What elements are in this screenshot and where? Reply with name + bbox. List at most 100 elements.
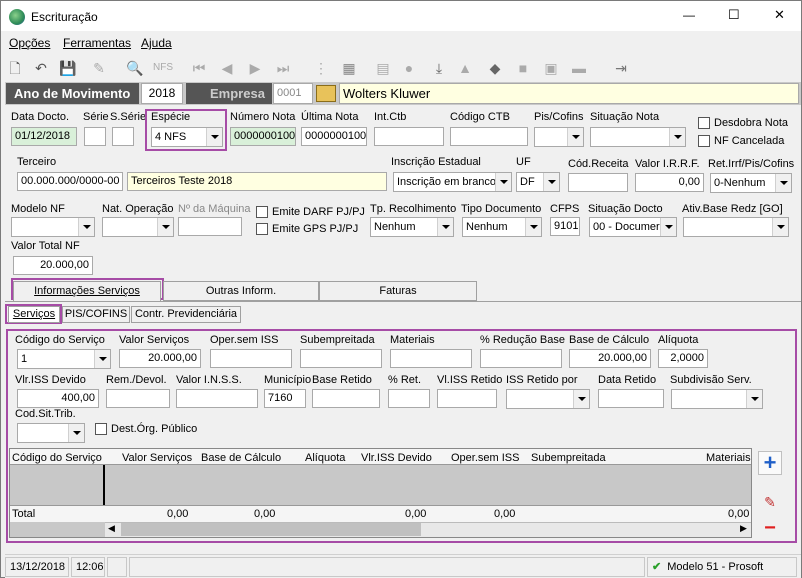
tab-informacoes-servicos[interactable]: Informações Serviços: [13, 281, 161, 301]
tab-outras-inform[interactable]: Outras Inform.: [163, 281, 319, 301]
nmaq-field[interactable]: [178, 217, 242, 236]
sitdocto-select[interactable]: 00 - Documer: [589, 217, 677, 237]
grid-total-valor: 0,00: [167, 508, 189, 520]
preview-icon[interactable]: 🔍: [125, 59, 145, 77]
dataret-field[interactable]: [598, 389, 664, 408]
tab-label: Informações Serviços: [34, 285, 140, 297]
maximize-button[interactable]: ☐: [728, 7, 740, 23]
ano-field[interactable]: 2018: [141, 83, 183, 104]
data-docto-field[interactable]: 01/12/2018: [11, 127, 77, 146]
menu-ajuda[interactable]: Ajuda: [141, 36, 172, 50]
gps-checkbox[interactable]: [256, 223, 268, 235]
modelo-select[interactable]: [11, 217, 95, 237]
natop-select[interactable]: [102, 217, 174, 237]
subtab-piscofins[interactable]: PIS/COFINS: [62, 306, 130, 323]
prev-icon[interactable]: ◀: [217, 59, 237, 77]
subtab-servicos[interactable]: Serviços: [8, 306, 60, 323]
uf-select[interactable]: DF: [516, 172, 560, 192]
terceiro-code-field[interactable]: 00.000.000/0000-00: [17, 172, 123, 191]
tab-faturas[interactable]: Faturas: [319, 281, 477, 301]
import-icon[interactable]: ⤓: [429, 59, 449, 77]
scroll-left-icon[interactable]: ◀: [108, 523, 115, 534]
edit-row-button[interactable]: ✎: [758, 494, 782, 512]
chevron-down-icon: [772, 218, 788, 236]
save-icon[interactable]: 💾: [58, 59, 78, 77]
situacao-select[interactable]: [590, 127, 686, 147]
tprec-select[interactable]: Nenhum: [370, 217, 454, 237]
base-field[interactable]: 20.000,00: [569, 349, 651, 368]
irrf-label: Valor I.R.R.F.: [635, 158, 700, 170]
add-row-button[interactable]: +: [758, 451, 782, 475]
cfps-field[interactable]: 9101: [550, 217, 580, 236]
codreceita-field[interactable]: [568, 173, 628, 192]
minimize-button[interactable]: —: [683, 8, 695, 22]
box-icon[interactable]: ■: [513, 59, 533, 77]
subdiv-select[interactable]: [671, 389, 763, 409]
close-button[interactable]: ✕: [774, 7, 785, 23]
intctb-field[interactable]: [374, 127, 444, 146]
stack-icon[interactable]: ▣: [541, 59, 561, 77]
last-icon[interactable]: ⏭: [273, 59, 293, 77]
ativ-select[interactable]: [683, 217, 789, 237]
cib-icon[interactable]: ◆: [485, 59, 505, 77]
minus-icon[interactable]: ▬: [569, 59, 589, 77]
menu-opcoes[interactable]: Opções: [9, 36, 50, 50]
opersem-field[interactable]: [210, 349, 292, 368]
materiais-field[interactable]: [390, 349, 472, 368]
serie-field[interactable]: [84, 127, 106, 146]
terceiro-name-field: Terceiros Teste 2018: [127, 172, 387, 191]
subemp-field[interactable]: [300, 349, 382, 368]
mun-field[interactable]: 7160: [264, 389, 306, 408]
first-icon[interactable]: ⏮: [189, 59, 209, 77]
pret-field[interactable]: [388, 389, 430, 408]
piscofins-select[interactable]: [534, 127, 584, 147]
cod-select[interactable]: 1: [17, 349, 111, 369]
desdobra-checkbox[interactable]: [698, 117, 710, 129]
chevron-down-icon: [157, 218, 173, 236]
ret-select[interactable]: 0-Nenhum: [710, 173, 792, 193]
codsit-select[interactable]: [17, 423, 85, 443]
reducao-field[interactable]: [480, 349, 562, 368]
baseret-field[interactable]: [312, 389, 380, 408]
tpdoc-select[interactable]: Nenhum: [462, 217, 542, 237]
export-icon[interactable]: ▲: [455, 59, 475, 77]
exit-icon[interactable]: ⇥: [611, 59, 631, 77]
tool-icon[interactable]: ✎: [89, 59, 109, 77]
next-icon[interactable]: ▶: [245, 59, 265, 77]
valor-field[interactable]: 20.000,00: [119, 349, 201, 368]
vlissret-field[interactable]: [437, 389, 497, 408]
gps-label: Emite GPS PJ/PJ: [272, 223, 359, 235]
menu-ferramentas[interactable]: Ferramentas: [63, 36, 131, 50]
especie-select[interactable]: 4 NFS: [151, 127, 223, 147]
numero-field[interactable]: 0000000100: [230, 127, 296, 146]
darf-checkbox[interactable]: [256, 206, 268, 218]
scroll-thumb[interactable]: [121, 523, 421, 536]
destorg-checkbox[interactable]: [95, 423, 107, 435]
issretpor-select[interactable]: [506, 389, 590, 409]
empresa-code-field[interactable]: 0001: [273, 83, 313, 104]
apple-icon[interactable]: ●: [399, 59, 419, 77]
nfs-icon[interactable]: NFS: [153, 59, 173, 77]
vtotal-field[interactable]: 20.000,00: [13, 256, 93, 275]
valor-label: Valor Serviços: [119, 334, 190, 346]
base-label: Base de Cálculo: [569, 334, 650, 346]
sserie-field[interactable]: [112, 127, 134, 146]
scroll-right-icon[interactable]: ▶: [740, 523, 747, 534]
delete-row-button[interactable]: −: [758, 518, 782, 538]
irrf-field[interactable]: 0,00: [635, 173, 704, 192]
aliq-field[interactable]: 2,0000: [658, 349, 708, 368]
new-icon[interactable]: 🗋: [5, 59, 25, 77]
doc-icon[interactable]: ▤: [373, 59, 393, 77]
undo-icon[interactable]: ↶: [31, 59, 51, 77]
codctb-field[interactable]: [450, 127, 528, 146]
rem-field[interactable]: [106, 389, 170, 408]
inss-field[interactable]: [176, 389, 258, 408]
ie-label: Inscrição Estadual: [391, 156, 481, 168]
vlriss-field[interactable]: 400,00: [17, 389, 99, 408]
folder-icon[interactable]: [316, 85, 336, 102]
nfcancelada-checkbox[interactable]: [698, 135, 710, 147]
ie-select[interactable]: Inscrição em branco: [393, 172, 512, 192]
tree-icon[interactable]: ⋮: [311, 59, 331, 77]
calc-icon[interactable]: ▦: [339, 59, 359, 77]
subtab-contr-previdenciaria[interactable]: Contr. Previdenciária: [131, 306, 241, 323]
